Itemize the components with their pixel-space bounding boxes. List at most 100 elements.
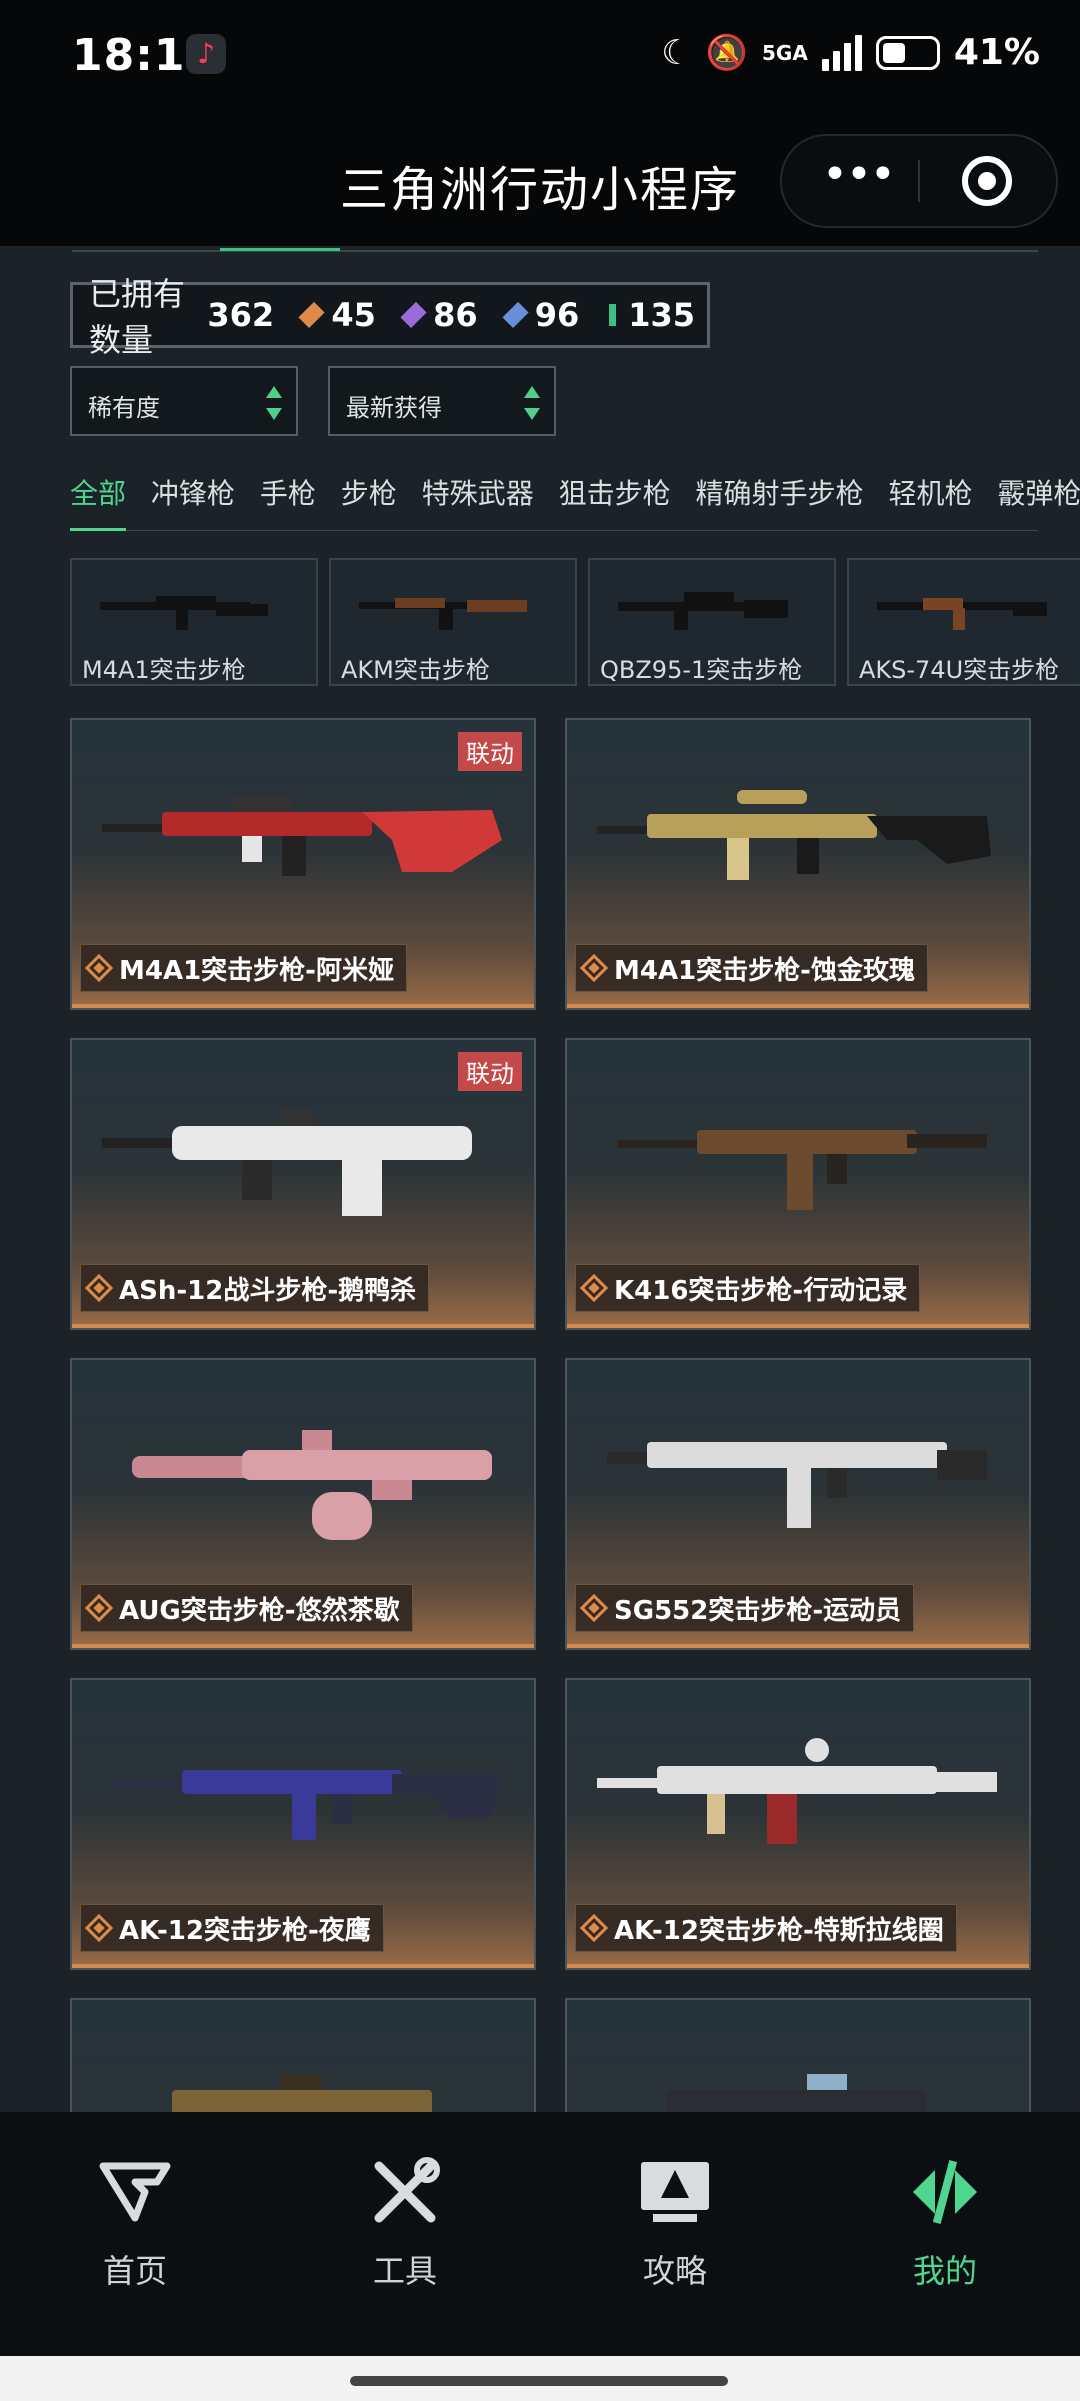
skin-name: AUG突击步枪-悠然茶歇 [119,1595,400,1626]
rarity-filter-label: 稀有度 [88,394,160,422]
rarity-bar [72,1004,534,1008]
weapon-skin-image [607,1442,987,1528]
tab-all[interactable]: 全部 [70,472,126,512]
weapon-skin-image [112,1770,502,1840]
rarity-bar [567,1644,1029,1648]
weapon-skin-image [102,796,502,876]
nav-tools[interactable]: 工具 [320,2152,490,2292]
nav-guide[interactable]: 攻略 [590,2152,760,2292]
rarity-bar [567,1004,1029,1008]
sort-filter-label: 最新获得 [346,394,442,422]
owned-total: 362 [207,296,275,334]
category-tabs: 全部 冲锋枪 手枪 步枪 特殊武器 狙击步枪 精确射手步枪 轻机枪 霰弹枪 [70,472,1080,512]
nav-tools-label: 工具 [372,2252,437,2290]
nav-home-label: 首页 [102,2252,167,2290]
rarity-diamond-icon [84,1593,114,1623]
weapon-item[interactable]: M4A1突击步枪 [70,558,318,686]
sort-arrows-icon [266,386,282,420]
rifle-icon [618,592,788,630]
weapon-name: QBZ95-1突击步枪 [600,656,803,684]
skin-name: M4A1突击步枪-阿米娅 [119,955,394,986]
signal-icon [821,34,862,71]
collab-badge: 联动 [458,1052,522,1091]
close-miniprogram-button[interactable] [962,156,1012,206]
network-type: 5GA [762,40,808,65]
rarity-gem-icon [298,301,325,329]
weapon-strip[interactable]: M4A1突击步枪 AKM突击步枪 QBZ95-1突击步枪 AKS-74U突击步枪 [70,558,1080,688]
logo-icon [95,2152,175,2232]
skin-card[interactable]: AK-12突击步枪-夜鹰 [70,1678,536,1970]
skin-name: K416突击步枪-行动记录 [614,1275,908,1306]
skin-card[interactable] [565,1998,1031,2112]
rarity-diamond-icon [84,1273,114,1303]
tab-rifle[interactable]: 步枪 [341,472,397,512]
guide-icon [635,2152,715,2232]
owned-label: 已拥有数量 [89,275,186,359]
skin-label: AK-12突击步枪-夜鹰 [80,1904,384,1952]
profile-icon [905,2152,985,2232]
bottom-nav: 首页 工具 攻略 我的 [0,2112,1080,2356]
tiktok-icon: ♪ [186,34,226,74]
miniprogram-capsule: ••• [780,134,1058,228]
tabs-divider [70,530,1038,531]
nav-home[interactable]: 首页 [50,2152,220,2292]
battery-icon [875,35,940,70]
weapon-item[interactable]: QBZ95-1突击步枪 [588,558,836,686]
rarity-count: 96 [534,296,580,334]
collab-badge: 联动 [458,732,522,771]
rarity-diamond-icon [84,953,114,983]
weapon-skin-image [172,2074,432,2112]
sort-arrows-icon [524,386,540,420]
tab-sniper[interactable]: 狙击步枪 [559,472,671,512]
more-button[interactable]: ••• [822,150,896,210]
skin-card[interactable]: 联动 ASh-12战斗步枪-鹅鸭杀 [70,1038,536,1330]
weapon-item[interactable]: AKM突击步枪 [329,558,577,686]
rarity-count: 45 [331,296,376,334]
rarity-count: 135 [628,296,695,334]
rifle-icon [877,598,1047,630]
tools-icon [365,2152,445,2232]
tab-shotgun[interactable]: 霰弹枪 [997,472,1080,512]
skin-card[interactable]: SG552突击步枪-运动员 [565,1358,1031,1650]
rarity-gem-icon [400,301,427,329]
tab-lmg[interactable]: 轻机枪 [888,472,972,512]
content-area[interactable]: 已拥有数量 362 45 86 96 135 稀有度 最新获得 全部 冲锋枪 手… [0,246,1080,2112]
skin-name: SG552突击步枪-运动员 [614,1595,902,1626]
moon-icon: ☾ [661,32,692,73]
skin-card[interactable]: K416突击步枪-行动记录 [565,1038,1031,1330]
weapon-skin-image [597,790,991,880]
skin-label: ASh-12战斗步枪-鹅鸭杀 [80,1264,430,1312]
home-indicator[interactable] [350,2376,728,2386]
nav-profile-label: 我的 [912,2252,977,2290]
tab-pistol[interactable]: 手枪 [260,472,316,512]
rarity-diamond-icon [579,953,609,983]
skin-label: M4A1突击步枪-阿米娅 [80,944,407,992]
tab-special[interactable]: 特殊武器 [422,472,534,512]
skin-card[interactable]: 联动 M4A1突击步枪-阿米娅 [70,718,536,1010]
sort-filter[interactable]: 最新获得 [328,366,556,436]
skin-card[interactable]: AUG突击步枪-悠然茶歇 [70,1358,536,1650]
skin-card[interactable]: M4A1突击步枪-蚀金玫瑰 [565,718,1031,1010]
tab-marksman[interactable]: 精确射手步枪 [696,472,864,512]
skin-card[interactable]: AK-12突击步枪-特斯拉线圈 [565,1678,1031,1970]
active-tab-indicator [70,528,126,531]
skin-label: AK-12突击步枪-特斯拉线圈 [575,1904,957,1952]
home-indicator-bar [0,2356,1080,2401]
nav-profile[interactable]: 我的 [860,2152,1030,2292]
status-icons: ☾ 🔕 5GA 41% [661,32,1040,73]
rarity-diamond-icon [579,1593,609,1623]
rarity-filter[interactable]: 稀有度 [70,366,298,436]
skin-label: K416突击步枪-行动记录 [575,1264,921,1312]
weapon-name: M4A1突击步枪 [82,656,246,684]
rarity-bar [567,1324,1029,1328]
weapon-name: AKM突击步枪 [341,656,490,684]
top-divider [72,250,1038,252]
skin-card[interactable] [70,1998,536,2112]
top-divider-accent [220,248,340,251]
weapon-item[interactable]: AKS-74U突击步枪 [847,558,1080,686]
status-bar: 18:17 ♪ ☾ 🔕 5GA 41% [0,0,1080,110]
tab-smg[interactable]: 冲锋枪 [151,472,235,512]
weapon-skin-image [102,1110,472,1216]
title-bar: 三角洲行动小程序 ••• [0,110,1080,246]
skin-label: SG552突击步枪-运动员 [575,1584,915,1632]
